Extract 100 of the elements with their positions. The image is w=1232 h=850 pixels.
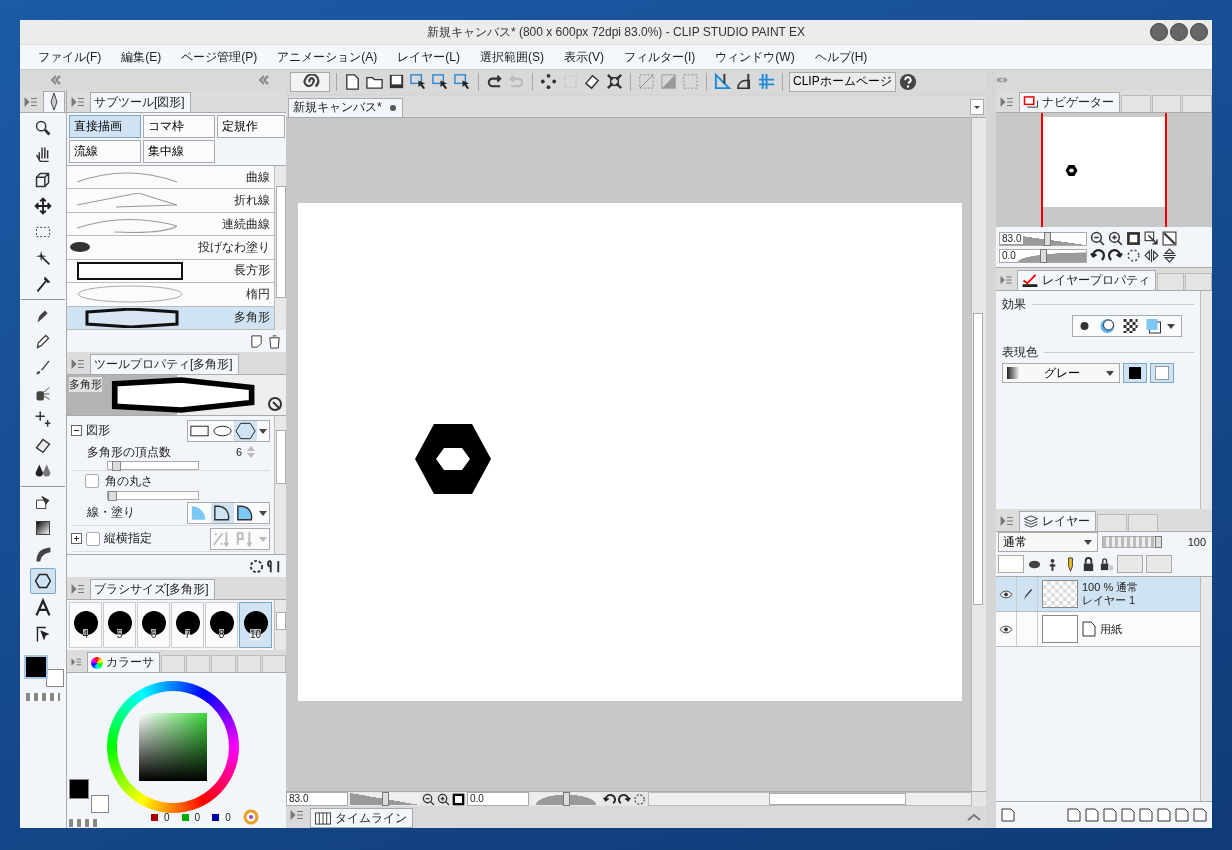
main-color-swatch[interactable] [69, 779, 89, 799]
close-button[interactable] [1190, 23, 1208, 41]
panel-menu-icon[interactable] [290, 809, 304, 821]
zoom-in-icon[interactable] [1108, 231, 1123, 246]
navigator-preview[interactable] [996, 113, 1212, 227]
menu-item[interactable]: ヘルプ(H) [804, 48, 878, 66]
rotation-slider[interactable] [531, 793, 601, 806]
panel-menu-icon[interactable] [1000, 274, 1013, 286]
subtool-item[interactable]: 折れ線 [67, 189, 274, 213]
flip-horizontal-icon[interactable] [1144, 248, 1159, 263]
select-cursor-icon[interactable] [453, 72, 472, 92]
opacity-slider[interactable] [1102, 536, 1160, 548]
subtool-item[interactable]: 長方形 [67, 259, 274, 284]
sub-color-swatch[interactable] [46, 669, 64, 687]
layer-row[interactable]: 用紙 [996, 612, 1200, 647]
help-icon[interactable] [898, 73, 917, 91]
homepage-button[interactable]: CLIPホームページ [789, 72, 896, 92]
dotted-box-icon[interactable] [681, 72, 700, 92]
scrollbar[interactable] [274, 600, 286, 650]
opacity-value[interactable]: 100 [1187, 536, 1210, 548]
saturation-value-square[interactable] [139, 713, 207, 781]
subtool-item[interactable]: 連続曲線 [67, 212, 274, 237]
panel-menu-icon[interactable] [1000, 515, 1014, 527]
subtool-item[interactable]: 曲線 [67, 166, 274, 190]
eye-icon[interactable] [999, 589, 1013, 599]
zoom-in-icon[interactable] [437, 792, 450, 806]
brush-size-tab[interactable]: ブラシサイズ[多角形] [90, 579, 215, 599]
collapse-toggle[interactable] [71, 425, 82, 436]
lock-transparent-icon[interactable] [1099, 556, 1114, 572]
color-wheel-tab[interactable]: カラーサ [87, 652, 161, 672]
menu-item[interactable]: ページ管理(P) [171, 48, 268, 66]
flip-vertical-icon[interactable] [1162, 248, 1177, 263]
maximize-button[interactable] [1170, 23, 1188, 41]
menu-item[interactable]: 編集(E) [111, 48, 172, 66]
layer-row[interactable]: 100 % 通常 レイヤー 1 [996, 577, 1200, 612]
brush-size-preset[interactable]: 6 [137, 602, 170, 648]
brush-size-preset[interactable]: 8 [205, 602, 238, 648]
zoom-slider[interactable] [350, 793, 420, 806]
rotate-left-icon[interactable] [603, 792, 616, 806]
menu-item[interactable]: 表示(V) [554, 48, 614, 66]
scrollbar[interactable] [971, 117, 986, 792]
line-color-button[interactable] [1123, 363, 1147, 383]
expand-toggle[interactable] [71, 533, 82, 544]
scrollbar[interactable] [1200, 291, 1212, 509]
fit-window-icon[interactable] [1144, 231, 1159, 246]
subtool-item[interactable]: 楕円 [67, 283, 274, 307]
ruler-icon[interactable] [713, 72, 732, 92]
checkbox[interactable] [85, 474, 99, 488]
hexagon-shape-icon[interactable] [234, 420, 257, 441]
timeline-tab[interactable]: タイムライン [310, 808, 413, 828]
select-cursor-icon[interactable] [431, 72, 450, 92]
new-file-icon[interactable] [343, 72, 362, 92]
intermediate-color-tab[interactable] [211, 655, 236, 672]
subtool-item[interactable]: 投げなわ塗り [67, 236, 274, 260]
tool-property-tab[interactable]: ツールプロパティ[多角形] [90, 354, 239, 374]
layer-tab[interactable]: レイヤー [1019, 511, 1096, 531]
panel-menu-icon[interactable] [71, 583, 85, 595]
color-history-tab[interactable] [261, 655, 287, 672]
horizontal-scrollbar[interactable] [648, 792, 972, 807]
color-wheel-icon[interactable] [242, 809, 259, 825]
menu-item[interactable]: 選択範囲(S) [470, 48, 554, 66]
canvas-tab[interactable]: 新規キャンバス* [288, 97, 403, 117]
subtool-group-button[interactable]: 集中線 [143, 140, 215, 163]
zoom-value[interactable]: 83.0 [286, 792, 348, 807]
eye-icon[interactable] [999, 624, 1013, 634]
sub-color-swatch[interactable] [91, 795, 109, 813]
expand-up-icon[interactable] [966, 812, 982, 823]
menu-item[interactable]: ウィンドウ(W) [705, 48, 805, 66]
brush-size-preset[interactable]: 5 [103, 602, 136, 648]
brush-size-preset[interactable]: 7 [171, 602, 204, 648]
panel-menu-icon[interactable] [1000, 96, 1014, 108]
menu-item[interactable]: アニメーション(A) [267, 48, 388, 66]
panel-menu-icon[interactable] [71, 656, 83, 668]
scrollbar[interactable] [1200, 577, 1212, 801]
expand-icon[interactable] [605, 72, 624, 92]
scrollbar[interactable] [274, 166, 286, 330]
dashed-circle-icon[interactable] [249, 558, 264, 574]
subtool-item[interactable]: 多角形 [67, 306, 274, 330]
panel-menu-icon[interactable] [24, 96, 38, 108]
subtool-group-button[interactable]: 定規作 [217, 115, 285, 138]
checkbox[interactable] [86, 531, 100, 546]
subtool-group-button[interactable]: 流線 [69, 140, 141, 163]
line-shape-icon[interactable] [211, 502, 234, 523]
dots-icon[interactable] [539, 72, 558, 92]
vertex-count-slider[interactable] [107, 461, 199, 470]
color-slider-tab[interactable] [161, 655, 186, 672]
scrollbar[interactable] [274, 416, 286, 554]
expression-color-dropdown[interactable]: グレー [1002, 363, 1120, 383]
menu-item[interactable]: ファイル(F) [28, 48, 112, 66]
new-page-icon[interactable] [249, 333, 264, 349]
corner-rounding-slider[interactable] [107, 491, 199, 500]
layer-color-swatch[interactable] [998, 555, 1024, 573]
transparent-color-swatch[interactable] [69, 819, 101, 827]
subtool-group-button[interactable]: 直接描画 [69, 115, 141, 138]
fit-icon[interactable] [1126, 231, 1141, 246]
brush-size-preset[interactable]: 10 [239, 602, 272, 648]
rotate-left-icon[interactable] [1090, 248, 1105, 263]
main-color-swatch[interactable] [24, 655, 48, 679]
subtool-group-button[interactable]: コマ枠 [143, 115, 215, 138]
zoom-out-icon[interactable] [1090, 231, 1105, 246]
